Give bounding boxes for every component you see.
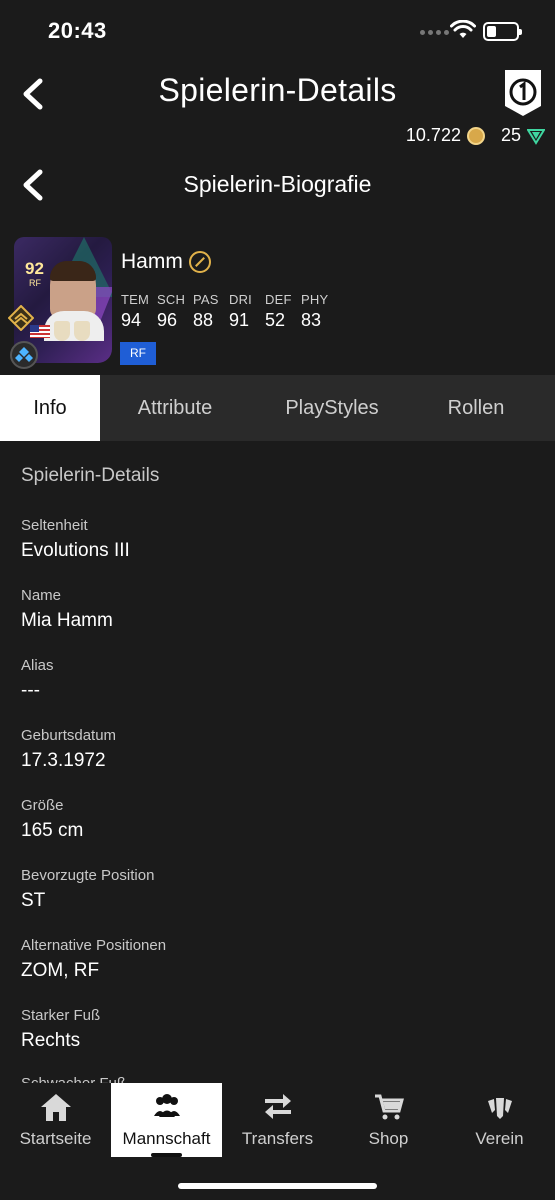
nav-startseite[interactable]: Startseite <box>0 1083 111 1157</box>
detail-rarity: Seltenheit Evolutions III <box>21 517 130 561</box>
transfers-icon <box>264 1094 291 1119</box>
home-indicator <box>178 1183 377 1189</box>
coin-icon <box>466 126 485 145</box>
club-icon <box>487 1098 512 1119</box>
nav-transfers[interactable]: Transfers <box>222 1083 333 1157</box>
status-bar: 20:43 <box>0 0 555 60</box>
player-summary: 92 RF Hamm TEM 94 SCH 96 PAS 88 DRI 91 D… <box>0 235 555 375</box>
section-header-title: Spielerin-Biografie <box>183 171 372 197</box>
evolution-badge-icon <box>188 251 211 273</box>
detail-alias: Alias --- <box>21 657 54 701</box>
detail-name: Name Mia Hamm <box>21 587 113 631</box>
tab-info[interactable]: Info <box>0 375 100 441</box>
sub-header: Spielerin-Biografie <box>0 160 555 210</box>
points-value: 25 <box>500 125 521 145</box>
details-list[interactable]: Spielerin-Details Seltenheit Evolutions I… <box>0 441 555 1086</box>
status-time: 20:43 <box>48 18 107 43</box>
tab-rollen[interactable]: Rollen <box>414 375 538 441</box>
rank-icon <box>8 305 34 331</box>
nav-shop[interactable]: Shop <box>333 1083 444 1157</box>
stat-phy: PHY 83 <box>301 292 329 330</box>
detail-alternative-positions: Alternative Positionen ZOM, RF <box>21 937 167 981</box>
icon-badge <box>54 321 70 341</box>
shop-icon <box>374 1094 404 1120</box>
stat-pas: PAS 88 <box>193 292 219 330</box>
tab-bar: Info Attribute PlayStyles Rollen <box>0 375 555 441</box>
detail-birthdate: Geburtsdatum 17.3.1972 <box>21 727 117 771</box>
signal-icon <box>420 30 449 35</box>
stat-dri: DRI 91 <box>229 292 252 330</box>
position-chip: RF <box>120 342 156 365</box>
page-title: Spielerin-Details <box>158 72 397 108</box>
evolution-icon <box>10 341 38 369</box>
tab-attribute[interactable]: Attribute <box>100 375 250 441</box>
detail-height: Größe 165 cm <box>21 797 84 841</box>
detail-preferred-position: Bevorzugte Position ST <box>21 867 155 911</box>
home-icon <box>40 1094 71 1121</box>
player-stats: TEM 94 SCH 96 PAS 88 DRI 91 DEF 52 PHY 83 <box>121 292 337 331</box>
points-icon <box>527 128 545 145</box>
stat-sch: SCH 96 <box>157 292 186 330</box>
stat-def: DEF 52 <box>265 292 292 330</box>
team-icon <box>153 1094 180 1117</box>
detail-strong-foot: Starker Fuß Rechts <box>21 1007 101 1051</box>
top-header: Spielerin-Details <box>0 60 555 130</box>
player-name-row: Hamm <box>121 250 211 274</box>
nav-mannschaft[interactable]: Mannschaft <box>111 1083 222 1157</box>
coins-value: 10.722 <box>405 125 461 145</box>
club-badge <box>74 321 90 341</box>
details-section-title: Spielerin-Details <box>21 465 160 486</box>
bottom-nav: Startseite Mannschaft Transfers Shop Ver… <box>0 1083 555 1200</box>
stat-tem: TEM 94 <box>121 292 150 330</box>
nav-verein[interactable]: Verein <box>444 1083 555 1157</box>
active-tab-indicator <box>151 1153 182 1157</box>
squad-rating-icon[interactable] <box>501 68 545 118</box>
tab-playstyles[interactable]: PlayStyles <box>250 375 414 441</box>
currency-bar: 10.722 25 <box>406 125 545 146</box>
card-rating: 92 <box>25 259 44 278</box>
player-name: Hamm <box>121 250 183 273</box>
card-position: RF <box>29 278 41 288</box>
wifi-icon <box>450 20 476 38</box>
battery-icon <box>483 22 522 41</box>
